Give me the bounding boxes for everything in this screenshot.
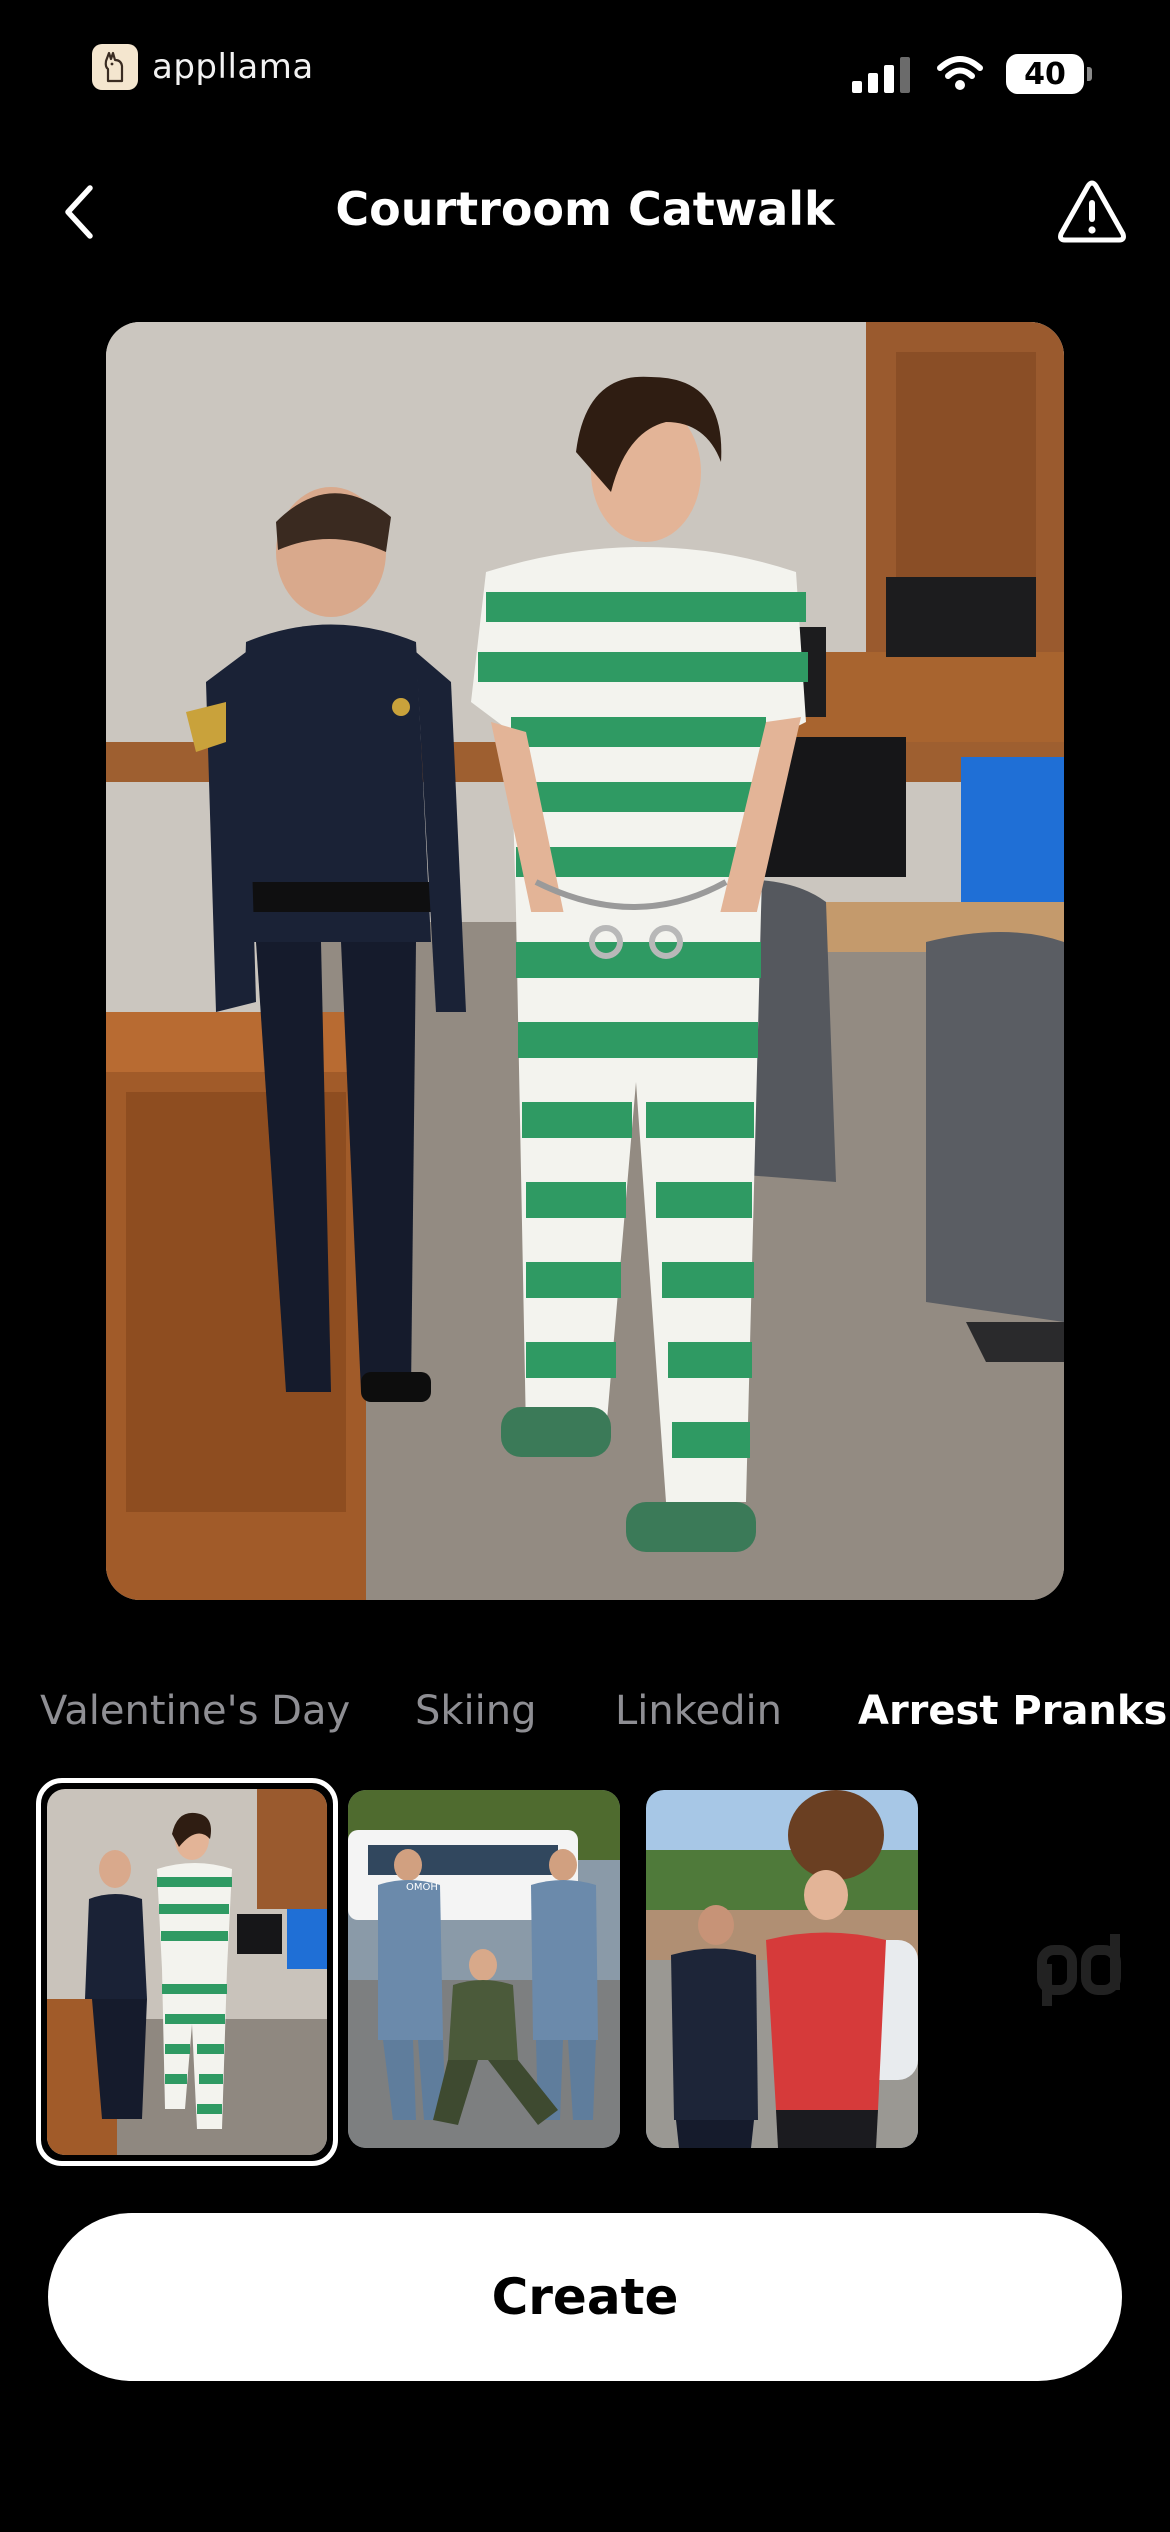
tab-valentines-day[interactable]: Valentine's Day xyxy=(40,1688,350,1734)
tab-linkedin[interactable]: Linkedin xyxy=(615,1688,782,1734)
thumbnail-omon-arrest[interactable]: OMOH xyxy=(348,1790,620,2148)
thumbnail-street-arrest[interactable] xyxy=(646,1790,918,2148)
watermark-logo xyxy=(1036,1934,1132,2008)
wifi-icon xyxy=(936,56,984,92)
status-indicators: 40 xyxy=(852,54,1092,94)
omon-label: OMOH xyxy=(406,1882,438,1893)
preview-image xyxy=(106,322,1064,1600)
battery-icon: 40 xyxy=(1006,54,1092,94)
app-name: appllama xyxy=(152,47,314,87)
warning-triangle-icon xyxy=(1058,180,1126,243)
report-button[interactable] xyxy=(1050,170,1134,254)
create-button[interactable]: Create xyxy=(48,2213,1122,2381)
app-badge: appllama xyxy=(92,44,314,90)
tab-arrest-pranks[interactable]: Arrest Pranks xyxy=(858,1688,1167,1734)
llama-logo-icon xyxy=(92,44,138,90)
page-title: Courtroom Catwalk xyxy=(335,182,835,236)
status-bar: appllama 40 xyxy=(0,0,1170,140)
template-thumbnails: OMOH xyxy=(0,1778,1170,2166)
nav-bar: Courtroom Catwalk xyxy=(0,160,1170,260)
category-tabs: Valentine's Day Skiing Linkedin Arrest P… xyxy=(0,1680,1170,1750)
battery-level: 40 xyxy=(1006,54,1084,94)
tab-skiing[interactable]: Skiing xyxy=(415,1688,537,1734)
battery-tip xyxy=(1087,67,1092,81)
thumbnail-courtroom[interactable] xyxy=(36,1778,338,2166)
cellular-signal-icon xyxy=(852,55,910,93)
